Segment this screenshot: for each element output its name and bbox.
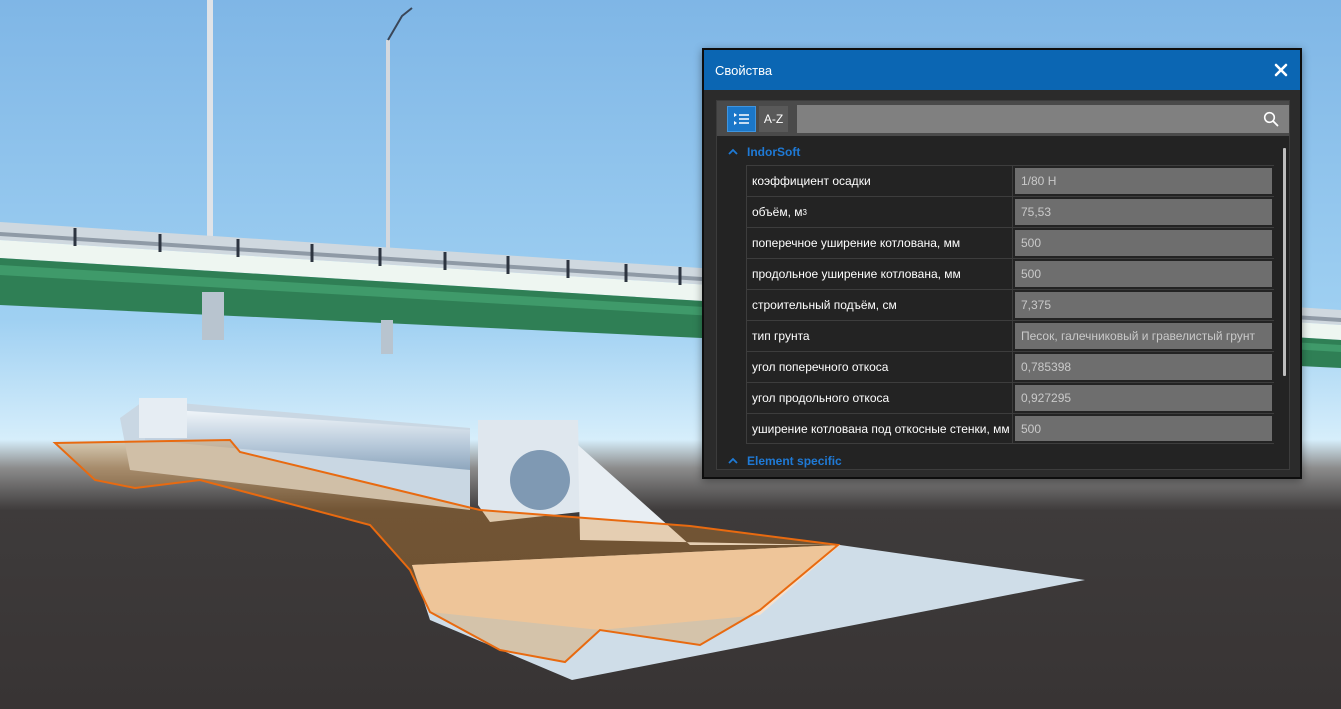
property-name: продольное уширение котлована, мм [746,259,1013,289]
alphabetical-sort-button[interactable]: A-Z [759,106,788,132]
property-value[interactable]: 7,375 [1015,292,1272,318]
window-title: Свойства [715,62,773,78]
property-value[interactable]: 500 [1015,416,1272,441]
window-titlebar[interactable]: Свойства [704,50,1300,90]
chevron-up-icon [728,457,738,464]
property-name: коэффициент осадки [746,166,1013,196]
property-value[interactable]: 1/80 H [1015,168,1272,194]
property-row[interactable]: уширение котлована под откосные стенки, … [746,413,1274,444]
property-value[interactable]: 500 [1015,261,1272,287]
property-name: объём, м3 [746,197,1013,227]
categorized-list-icon [734,113,749,125]
group-label: Element specific [747,454,842,468]
property-row[interactable]: объём, м3 75,53 [746,196,1274,227]
property-value[interactable]: 0,785398 [1015,354,1272,380]
property-row[interactable]: строительный подъём, см 7,375 [746,289,1274,320]
property-name: поперечное уширение котлована, мм [746,228,1013,258]
property-name-text: объём, м [752,205,803,219]
property-name: тип грунта [746,321,1013,351]
vertical-scrollbar[interactable] [1283,148,1286,376]
group-indorsoft[interactable]: IndorSoft [717,140,1273,164]
property-value[interactable]: 75,53 [1015,199,1272,225]
property-value[interactable]: 0,927295 [1015,385,1272,411]
property-row[interactable]: поперечное уширение котлована, мм 500 [746,227,1274,258]
properties-window: Свойства A-Z IndorSoft коэффициент осадк… [702,48,1302,479]
group-label: IndorSoft [747,145,801,159]
property-grid: A-Z IndorSoft коэффициент осадки 1/80 H … [716,100,1290,470]
property-row[interactable]: угол продольного откоса 0,927295 [746,382,1274,413]
property-rows: коэффициент осадки 1/80 H объём, м3 75,5… [746,165,1274,444]
categorized-view-button[interactable] [727,106,756,132]
property-name: угол продольного откоса [746,383,1013,413]
property-name: угол поперечного откоса [746,352,1013,382]
property-search-input[interactable] [797,105,1289,133]
property-row[interactable]: тип грунта Песок, галечниковый и гравели… [746,320,1274,351]
property-row[interactable]: угол поперечного откоса 0,785398 [746,351,1274,382]
property-toolbar: A-Z [717,101,1289,136]
property-name: уширение котлована под откосные стенки, … [746,414,1013,443]
property-value[interactable]: Песок, галечниковый и гравелистый грунт [1015,323,1272,349]
property-name-superscript: 3 [802,207,807,217]
property-row[interactable]: коэффициент осадки 1/80 H [746,165,1274,196]
property-name: строительный подъём, см [746,290,1013,320]
close-icon[interactable] [1271,60,1291,80]
property-row[interactable]: продольное уширение котлована, мм 500 [746,258,1274,289]
property-value[interactable]: 500 [1015,230,1272,256]
chevron-up-icon [728,148,738,155]
group-element-specific[interactable]: Element specific [717,449,1273,469]
